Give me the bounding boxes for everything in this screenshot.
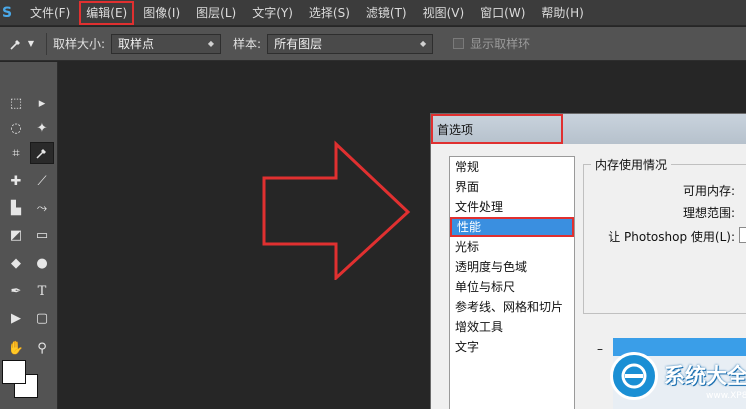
watermark-logo <box>610 352 658 400</box>
history-brush-icon[interactable]: ⤳ <box>30 197 54 219</box>
checkbox-box[interactable] <box>453 38 465 49</box>
menu-view[interactable]: 视图(V) <box>415 0 473 26</box>
let-photoshop-use-label: 让 Photoshop 使用(L): <box>608 230 735 244</box>
menu-image[interactable]: 图像(I) <box>135 0 188 26</box>
marquee-icon[interactable]: ⬚ <box>4 92 28 114</box>
category-guides-grid-slices[interactable]: 参考线、网格和切片 <box>450 297 574 317</box>
category-units-rulers[interactable]: 单位与标尺 <box>450 277 574 297</box>
category-interface[interactable]: 界面 <box>450 177 574 197</box>
tools-panel: ⬚ ▸ ◌ ✦ ⌗ ✚ ⟋ ▙ ⤳ ◩ ▭ ◆ ● ✒ T ▶ ▢ ✋ ⚲ <box>0 62 58 409</box>
category-file-handling[interactable]: 文件处理 <box>450 197 574 217</box>
lasso-icon[interactable]: ◌ <box>4 117 28 139</box>
category-type[interactable]: 文字 <box>450 337 574 357</box>
magic-wand-icon[interactable]: ✦ <box>30 117 54 139</box>
category-plugins[interactable]: 增效工具 <box>450 317 574 337</box>
category-performance[interactable]: 性能 <box>450 217 574 237</box>
dodge-icon[interactable]: ● <box>30 252 54 274</box>
zoom-icon[interactable]: ⚲ <box>30 337 54 359</box>
menu-help[interactable]: 帮助(H) <box>533 0 591 26</box>
divider <box>46 32 47 55</box>
options-bar: ▼ 取样大小: 取样点 ◆ 样本: 所有图层 ◆ 显示取样环 <box>0 27 746 61</box>
pen-icon[interactable]: ✒ <box>4 280 28 302</box>
shape-icon[interactable]: ▢ <box>30 307 54 329</box>
sample-size-label: 取样大小: <box>53 37 106 51</box>
title-highlight-box <box>431 114 563 144</box>
eraser-icon[interactable]: ◩ <box>4 224 28 246</box>
menu-layer[interactable]: 图层(L) <box>188 0 244 26</box>
menu-window[interactable]: 窗口(W) <box>472 0 533 26</box>
chevron-updown-icon: ◆ <box>207 39 215 48</box>
tool-preset-picker[interactable]: ▼ <box>0 27 42 61</box>
menu-edit[interactable]: 编辑(E) <box>78 0 135 26</box>
available-ram-label: 可用内存: <box>682 184 735 198</box>
foreground-color-swatch[interactable] <box>2 360 26 384</box>
category-transparency-gamut[interactable]: 透明度与色域 <box>450 257 574 277</box>
app-window: S 文件(F) 编辑(E) 图像(I) 图层(L) 文字(Y) 选择(S) 滤镜… <box>0 0 746 409</box>
menu-type[interactable]: 文字(Y) <box>244 0 301 26</box>
move-icon[interactable]: ▸ <box>30 92 54 114</box>
sample-size-value: 取样点 <box>118 37 155 51</box>
app-logo: S <box>2 4 13 21</box>
menu-bar: S 文件(F) 编辑(E) 图像(I) 图层(L) 文字(Y) 选择(S) 滤镜… <box>0 0 746 26</box>
eyedropper-icon[interactable] <box>30 142 54 164</box>
menu-filter[interactable]: 滤镜(T) <box>358 0 415 26</box>
sample-size-select[interactable]: 取样点 ◆ <box>111 33 222 54</box>
sample-select[interactable]: 所有图层 ◆ <box>267 33 434 54</box>
watermark-text: 系统大全 <box>664 364 746 388</box>
brush-icon[interactable]: ⟋ <box>30 170 54 192</box>
menu-file[interactable]: 文件(F) <box>22 0 78 26</box>
hand-icon[interactable]: ✋ <box>4 337 28 359</box>
gradient-icon[interactable]: ▭ <box>30 224 54 246</box>
watermark-url: www.XP85.com <box>706 391 746 401</box>
category-general[interactable]: 常规 <box>450 157 574 177</box>
menu-select[interactable]: 选择(S) <box>301 0 358 26</box>
memory-usage-input[interactable] <box>739 227 746 243</box>
chevron-updown-icon: ◆ <box>419 39 427 48</box>
sample-label: 样本: <box>233 37 262 51</box>
slider-min-marker: – <box>597 342 603 356</box>
sample-value: 所有图层 <box>274 37 323 51</box>
type-icon[interactable]: T <box>30 280 54 302</box>
chevron-down-icon: ▼ <box>27 39 35 48</box>
show-ring-checkbox[interactable]: 显示取样环 <box>453 35 530 52</box>
annotation-arrow <box>262 140 411 280</box>
ideal-range-label: 理想范围: <box>682 206 735 220</box>
stamp-icon[interactable]: ▙ <box>4 197 28 219</box>
category-list: 常规 界面 文件处理 性能 光标 透明度与色域 单位与标尺 参考线、网格和切片 … <box>449 156 575 409</box>
blur-icon[interactable]: ◆ <box>4 252 28 274</box>
healing-icon[interactable]: ✚ <box>4 170 28 192</box>
show-ring-label: 显示取样环 <box>470 37 531 51</box>
eyedropper-icon <box>10 39 20 50</box>
category-cursors[interactable]: 光标 <box>450 237 574 257</box>
watermark: 系统大全 www.XP85.com <box>606 350 746 409</box>
path-select-icon[interactable]: ▶ <box>4 307 28 329</box>
memory-usage-legend: 内存使用情况 <box>591 156 672 173</box>
crop-icon[interactable]: ⌗ <box>4 142 28 164</box>
